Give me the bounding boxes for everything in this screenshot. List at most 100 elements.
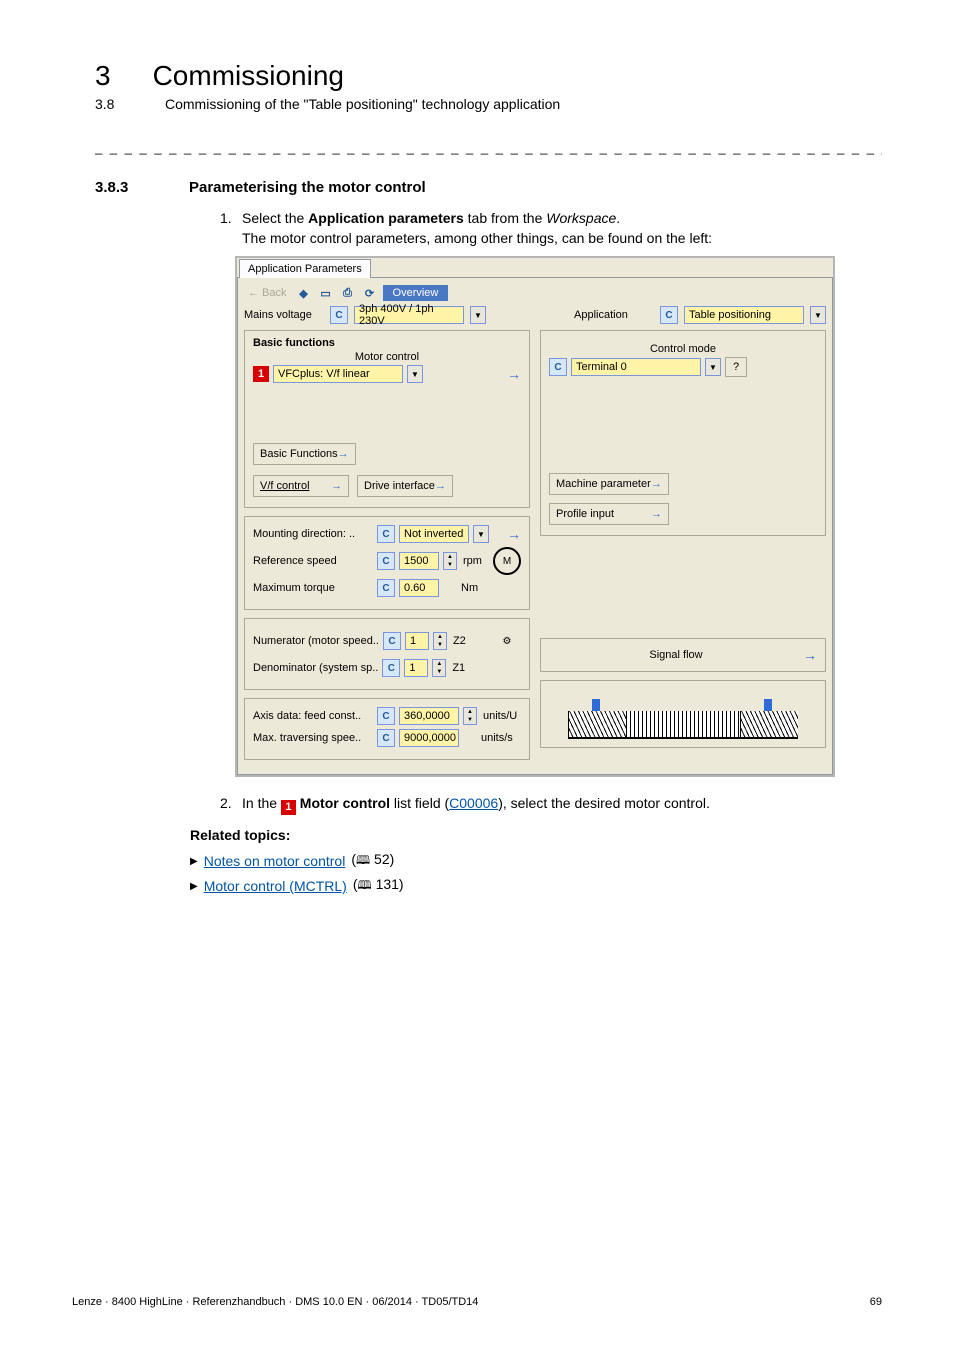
motor-icon: M — [493, 547, 521, 575]
c-badge-icon[interactable]: C — [660, 306, 678, 324]
arrow-right-icon[interactable]: → — [507, 366, 521, 382]
chapter-title: Commissioning — [153, 60, 344, 92]
step-text: tab from the — [464, 210, 546, 226]
step-2: 2. In the 1 Motor control list field (C0… — [220, 795, 882, 815]
section-number: 3.8 — [95, 96, 123, 112]
axis-data-input[interactable]: 360,0000 — [399, 707, 459, 725]
spinner-icon[interactable]: ▲▼ — [433, 632, 447, 650]
footer-left: Lenze · 8400 HighLine · Referenzhandbuch… — [72, 1296, 478, 1308]
mounting-direction-label: Mounting direction: .. — [253, 528, 373, 540]
c-badge-icon[interactable]: C — [377, 552, 395, 570]
mains-voltage-select[interactable]: 3ph 400V / 1ph 230V — [354, 306, 464, 324]
spinner-icon[interactable]: ▲▼ — [443, 552, 457, 570]
subsection-number: 3.8.3 — [95, 179, 159, 196]
toolbar-nav-icon[interactable]: ▭ — [317, 284, 335, 302]
motor-control-label: Motor control — [253, 351, 521, 363]
signal-flow-button[interactable]: Signal flow → — [540, 638, 826, 672]
related-item: ▶ Motor control (MCTRL) (🕮 131) — [190, 876, 882, 897]
c-badge-icon[interactable]: C — [549, 358, 567, 376]
tab-application-parameters[interactable]: Application Parameters — [239, 259, 371, 278]
dropdown-icon[interactable]: ▼ — [810, 306, 826, 324]
c-badge-icon[interactable]: C — [377, 525, 395, 543]
application-select[interactable]: Table positioning — [684, 306, 804, 324]
denominator-label: Denominator (system sp.. — [253, 662, 378, 674]
book-icon: 🕮 — [356, 853, 370, 867]
step-index: 2. — [220, 795, 236, 815]
signal-flow-label: Signal flow — [549, 649, 803, 661]
footer-page-number: 69 — [870, 1296, 882, 1308]
table-positioning-diagram — [540, 680, 826, 748]
profile-input-button[interactable]: Profile input→ — [549, 503, 669, 525]
step-text: Select the — [242, 210, 308, 226]
drive-interface-button[interactable]: Drive interface→ — [357, 475, 453, 497]
callout-1-inline-icon: 1 — [281, 800, 296, 815]
dropdown-icon[interactable]: ▼ — [470, 306, 486, 324]
spinner-icon[interactable]: ▲▼ — [432, 659, 446, 677]
nm-unit: Nm — [461, 582, 478, 594]
numerator-input[interactable]: 1 — [405, 632, 429, 650]
step-italic: Workspace — [546, 210, 616, 226]
book-icon: 🕮 — [358, 878, 372, 892]
units-s-unit: units/s — [481, 732, 513, 744]
max-traversing-input[interactable]: 9000,0000 — [399, 729, 459, 747]
motor-control-select[interactable]: VFCplus: V/f linear — [273, 365, 403, 383]
dropdown-icon[interactable]: ▼ — [473, 525, 489, 543]
c00006-link[interactable]: C00006 — [449, 795, 498, 811]
basic-functions-button[interactable]: Basic Functions→ — [253, 443, 356, 465]
step-body: Select the Application parameters tab fr… — [242, 210, 620, 226]
z2-unit: Z2 — [453, 635, 466, 647]
c-badge-icon[interactable]: C — [383, 632, 401, 650]
step-bold: Motor control — [296, 795, 390, 811]
units-u-unit: units/U — [483, 710, 517, 722]
control-mode-select[interactable]: Terminal 0 — [571, 358, 701, 376]
help-button[interactable]: ? — [725, 357, 747, 377]
vf-control-button[interactable]: V/f control→ — [253, 475, 349, 497]
c-badge-icon[interactable]: C — [377, 729, 395, 747]
toolbar-nav-icon[interactable]: ⟳ — [361, 284, 379, 302]
maximum-torque-input[interactable]: 0.60 — [399, 579, 439, 597]
c-badge-icon[interactable]: C — [377, 579, 395, 597]
step-text: ), select the desired motor control. — [498, 795, 710, 811]
toolbar-nav-icon[interactable]: ◆ — [295, 284, 313, 302]
reference-speed-label: Reference speed — [253, 555, 373, 567]
step-1: 1. Select the Application parameters tab… — [220, 210, 882, 226]
axis-data-label: Axis data: feed const.. — [253, 710, 373, 722]
application-label: Application — [574, 309, 654, 321]
basic-functions-heading: Basic functions — [253, 337, 521, 349]
related-topics-heading: Related topics: — [190, 827, 882, 843]
z1-unit: Z1 — [452, 662, 465, 674]
reference-speed-input[interactable]: 1500 — [399, 552, 439, 570]
c-badge-icon[interactable]: C — [330, 306, 348, 324]
arrow-right-icon[interactable]: → — [507, 526, 521, 542]
dropdown-icon[interactable]: ▼ — [705, 358, 721, 376]
spinner-icon[interactable]: ▲▼ — [463, 707, 477, 725]
denominator-input[interactable]: 1 — [404, 659, 428, 677]
step-text: . — [616, 210, 620, 226]
back-button[interactable]: ← Back — [244, 287, 291, 299]
motor-control-mctrl-link[interactable]: Motor control (MCTRL) — [204, 878, 347, 894]
step-text: list field ( — [390, 795, 449, 811]
toolbar-nav-icon[interactable]: ⎙ — [339, 284, 357, 302]
numerator-label: Numerator (motor speed.. — [253, 635, 379, 647]
step-subline: The motor control parameters, among othe… — [242, 230, 882, 246]
maximum-torque-label: Maximum torque — [253, 582, 373, 594]
rpm-unit: rpm — [463, 555, 482, 567]
notes-motor-control-link[interactable]: Notes on motor control — [204, 853, 346, 869]
step-text: In the — [242, 795, 281, 811]
page-number: 131) — [376, 876, 404, 892]
mounting-direction-select[interactable]: Not inverted — [399, 525, 469, 543]
gear-icon: ⚙ — [493, 627, 521, 655]
dropdown-icon[interactable]: ▼ — [407, 365, 423, 383]
page-ref: (🕮 52) — [351, 851, 394, 872]
step-bold: Application parameters — [308, 210, 464, 226]
machine-parameter-button[interactable]: Machine parameter→ — [549, 473, 669, 495]
page-number: 52) — [374, 851, 394, 867]
application-parameters-screenshot: Application Parameters ← Back ◆ ▭ ⎙ ⟳ Ov… — [235, 256, 882, 777]
c-badge-icon[interactable]: C — [377, 707, 395, 725]
bullet-icon: ▶ — [190, 856, 198, 867]
arrow-right-icon: → — [803, 647, 817, 663]
bullet-icon: ▶ — [190, 881, 198, 892]
overview-button[interactable]: Overview — [383, 285, 449, 301]
subsection-title: Parameterising the motor control — [189, 179, 426, 196]
c-badge-icon[interactable]: C — [382, 659, 400, 677]
